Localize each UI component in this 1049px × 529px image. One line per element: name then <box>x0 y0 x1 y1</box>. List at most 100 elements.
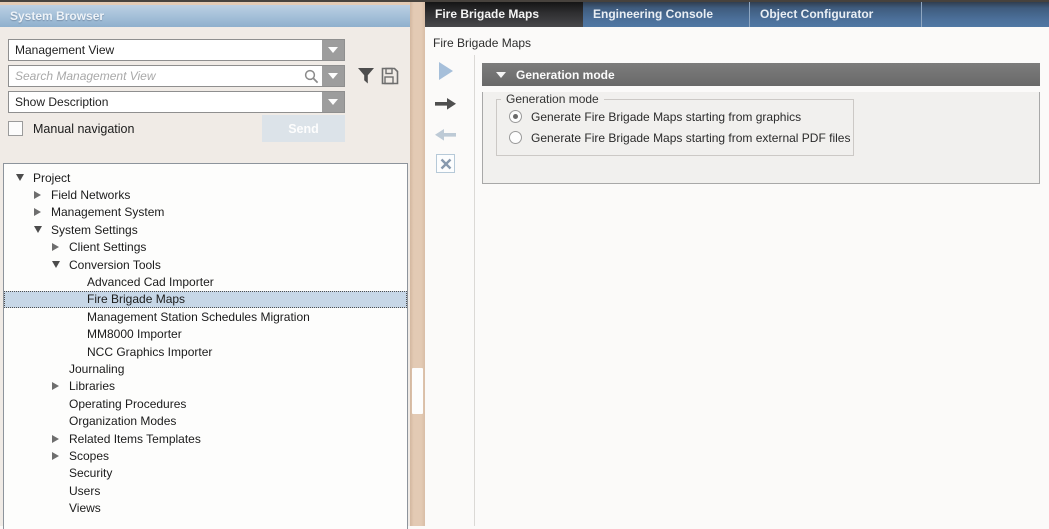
cancel-icon[interactable] <box>436 154 455 173</box>
window-top-edge <box>0 0 1049 2</box>
section-header-label: Generation mode <box>516 68 615 82</box>
send-button[interactable]: Send <box>262 115 345 142</box>
chevron-down-icon <box>328 99 338 105</box>
tree-item-management-system[interactable]: Management System <box>4 204 407 221</box>
toolbar-separator <box>474 55 475 526</box>
radio-label: Generate Fire Brigade Maps starting from… <box>531 131 850 145</box>
tree-item-mm8000-importer[interactable]: MM8000 Importer <box>4 326 407 343</box>
tree-collapsed-icon[interactable] <box>52 435 69 443</box>
tree-expanded-icon[interactable] <box>34 226 51 233</box>
play-icon[interactable] <box>439 62 453 80</box>
tree-item-scopes[interactable]: Scopes <box>4 447 407 464</box>
tree-item-label: Related Items Templates <box>69 432 201 446</box>
panel-splitter[interactable] <box>410 0 425 526</box>
manual-navigation-checkbox[interactable] <box>8 121 23 136</box>
search-box <box>8 65 345 87</box>
tree-item-label: Management Station Schedules Migration <box>87 310 310 324</box>
tree-item-users[interactable]: Users <box>4 482 407 499</box>
view-selector-dropdown-button[interactable] <box>322 40 344 60</box>
radio-option-generate-fire-brigade-maps-starting-from-graphics[interactable]: Generate Fire Brigade Maps starting from… <box>497 106 853 127</box>
tab-label: Object Configurator <box>760 7 873 21</box>
tab-bar: Fire Brigade Maps Engineering Console Obje… <box>425 0 1049 27</box>
system-tree: ProjectField Networks Management System Sy… <box>3 163 408 529</box>
system-browser-panel: System Browser Management View S <box>0 2 410 526</box>
radio-label: Generate Fire Brigade Maps starting from… <box>531 110 801 124</box>
description-selector-value: Show Description <box>9 92 322 112</box>
triangle-glyph <box>52 452 59 460</box>
tree-item-label: Users <box>69 484 100 498</box>
triangle-glyph <box>16 174 24 181</box>
tree-item-label: Scopes <box>69 449 109 463</box>
save-icon[interactable] <box>380 66 400 91</box>
tree-expanded-icon[interactable] <box>16 174 33 181</box>
triangle-glyph <box>52 435 59 443</box>
tree-item-project[interactable]: Project <box>4 169 407 186</box>
tree-collapsed-icon[interactable] <box>34 191 51 199</box>
generation-mode-options: Generate Fire Brigade Maps starting from… <box>497 106 853 148</box>
tab-object-configurator[interactable]: Object Configurator <box>750 0 922 27</box>
search-icon-glyph <box>304 69 319 84</box>
arrow-left-icon[interactable] <box>434 128 457 147</box>
tree-item-libraries[interactable]: Libraries <box>4 378 407 395</box>
breadcrumb: Fire Brigade Maps <box>433 36 531 50</box>
tree-item-system-settings[interactable]: System Settings <box>4 221 407 238</box>
chevron-down-icon <box>328 47 338 53</box>
tree-item-label: Views <box>69 501 101 515</box>
tree-item-management-station-schedules-migration[interactable]: Management Station Schedules Migration <box>4 308 407 325</box>
tree-item-views[interactable]: Views <box>4 499 407 516</box>
tree-item-operating-procedures[interactable]: Operating Procedures <box>4 395 407 412</box>
tab-fire-brigade-maps[interactable]: Fire Brigade Maps <box>425 0 583 27</box>
tree-item-ncc-graphics-importer[interactable]: NCC Graphics Importer <box>4 343 407 360</box>
radio-button[interactable] <box>509 131 522 144</box>
tree-item-label: Conversion Tools <box>69 258 161 272</box>
tree-item-security[interactable]: Security <box>4 465 407 482</box>
triangle-glyph <box>52 243 59 251</box>
triangle-glyph <box>34 226 42 233</box>
arrow-right-icon[interactable] <box>434 97 457 116</box>
manual-navigation-label: Manual navigation <box>33 122 134 136</box>
radio-button[interactable] <box>509 110 522 123</box>
description-selector-dropdown-button[interactable] <box>322 92 344 112</box>
tree-item-fire-brigade-maps[interactable]: Fire Brigade Maps <box>4 291 407 308</box>
tree-item-organization-modes[interactable]: Organization Modes <box>4 412 407 429</box>
search-icon[interactable] <box>300 66 322 86</box>
tree-collapsed-icon[interactable] <box>34 208 51 216</box>
radio-option-generate-fire-brigade-maps-starting-from-external-pdf-files[interactable]: Generate Fire Brigade Maps starting from… <box>497 127 853 148</box>
description-selector[interactable]: Show Description <box>8 91 345 113</box>
tab-label: Fire Brigade Maps <box>435 7 539 21</box>
triangle-glyph <box>34 208 41 216</box>
view-selector[interactable]: Management View <box>8 39 345 61</box>
tree-item-label: Fire Brigade Maps <box>87 292 185 306</box>
tree-item-related-items-templates[interactable]: Related Items Templates <box>4 430 407 447</box>
tree-item-label: Project <box>33 171 70 185</box>
tree-collapsed-icon[interactable] <box>52 382 69 390</box>
search-input[interactable] <box>9 66 300 86</box>
tree-item-label: System Settings <box>51 223 138 237</box>
tree-item-advanced-cad-importer[interactable]: Advanced Cad Importer <box>4 273 407 290</box>
tree-collapsed-icon[interactable] <box>52 452 69 460</box>
tree-item-label: Operating Procedures <box>69 397 186 411</box>
tree-item-field-networks[interactable]: Field Networks <box>4 186 407 203</box>
tree-collapsed-icon[interactable] <box>52 243 69 251</box>
generation-mode-section-body: Generation mode Generate Fire Brigade Ma… <box>482 92 1040 184</box>
tab-engineering-console[interactable]: Engineering Console <box>583 0 750 27</box>
tree-item-label: Organization Modes <box>69 414 176 428</box>
generation-mode-group: Generation mode Generate Fire Brigade Ma… <box>496 92 854 156</box>
tree-expanded-icon[interactable] <box>52 261 69 268</box>
generation-mode-section-header[interactable]: Generation mode <box>482 63 1040 86</box>
tree-item-label: MM8000 Importer <box>87 327 182 341</box>
splitter-thumb[interactable] <box>412 368 423 414</box>
tree-item-label: Management System <box>51 205 164 219</box>
tree-item-label: Journaling <box>69 362 124 376</box>
filter-icon[interactable] <box>356 66 376 91</box>
tree-item-conversion-tools[interactable]: Conversion Tools <box>4 256 407 273</box>
chevron-down-icon <box>328 73 338 79</box>
tree-item-journaling[interactable]: Journaling <box>4 360 407 377</box>
triangle-glyph <box>34 191 41 199</box>
work-area-panel: Fire Brigade Maps Engineering Console Obje… <box>425 0 1049 526</box>
triangle-glyph <box>52 382 59 390</box>
tree-item-client-settings[interactable]: Client Settings <box>4 239 407 256</box>
tree-item-label: NCC Graphics Importer <box>87 345 212 359</box>
search-dropdown-button[interactable] <box>322 66 344 86</box>
tree-item-label: Security <box>69 466 112 480</box>
